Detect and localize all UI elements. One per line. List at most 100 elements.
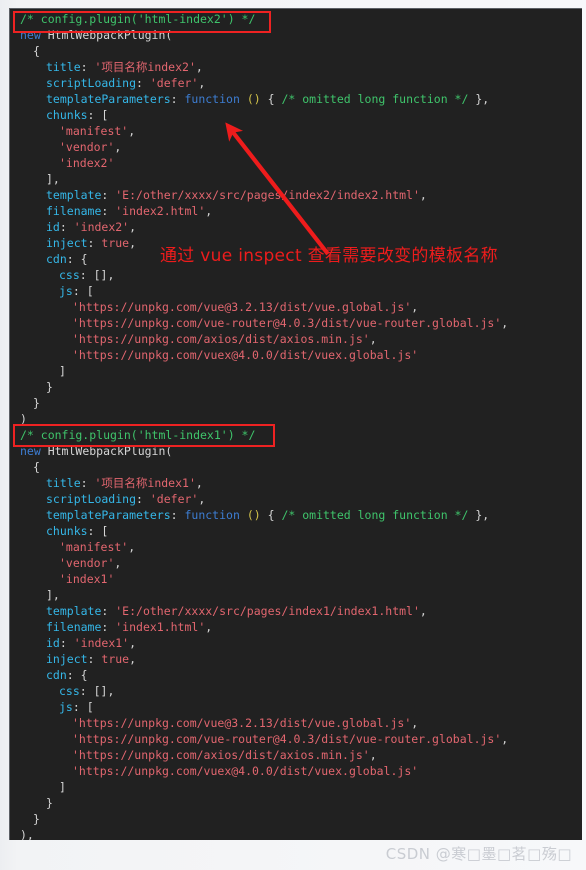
code-token: , (411, 300, 419, 314)
code-token: , (419, 604, 427, 618)
code-token: 'https://unpkg.com/vue-router@4.0.3/dist… (72, 732, 502, 746)
code-token: template (46, 604, 102, 618)
code-line: 'index1' (10, 571, 582, 587)
code-line: } (10, 795, 582, 811)
code-token: scriptLoading (46, 492, 137, 506)
code-token: : (101, 188, 116, 202)
code-token: } (46, 796, 53, 810)
code-token: 'index2' (73, 220, 130, 234)
code-token: 'https://unpkg.com/vue@3.2.13/dist/vue.g… (72, 300, 412, 314)
code-line: template: 'E:/other/xxxx/src/pages/index… (10, 187, 582, 203)
code-token: 'index1' (59, 572, 115, 586)
code-token: js (59, 284, 73, 298)
code-line: id: 'index2', (10, 219, 582, 235)
code-line: js: [ (10, 283, 582, 299)
code-token: /* omitted long function */ (281, 92, 469, 106)
code-token: filename (46, 204, 102, 218)
code-token: 'vendor' (59, 140, 115, 154)
code-token: ] (59, 364, 66, 378)
code-token: title (46, 476, 81, 490)
code-line: ], (10, 587, 582, 603)
code-token: function (184, 92, 240, 106)
code-token: , (419, 188, 427, 202)
code-line: ] (10, 363, 582, 379)
code-line: inject: true, (10, 651, 582, 667)
code-token: /* config.plugin('html-index1') */ (20, 428, 256, 442)
code-line: new HtmlWebpackPlugin( (10, 443, 582, 459)
code-token: : [ (87, 524, 109, 538)
code-token: 'manifest' (59, 124, 129, 138)
code-token: , (369, 748, 377, 762)
code-token: 'manifest' (59, 540, 129, 554)
code-token: , (129, 236, 137, 250)
code-token: 'https://unpkg.com/vuex@4.0.0/dist/vuex.… (72, 764, 419, 778)
code-line: template: 'E:/other/xxxx/src/pages/index… (10, 603, 582, 619)
csdn-watermark: CSDN @寒□墨□茗□殇□ (385, 845, 572, 863)
code-token: cdn (46, 252, 67, 266)
code-token: 'index2.html' (115, 204, 206, 218)
code-line: /* config.plugin('html-index1') */ (10, 427, 582, 443)
code-token: cdn (46, 668, 67, 682)
code-line: 'https://unpkg.com/vue@3.2.13/dist/vue.g… (10, 299, 582, 315)
code-token: 'defer' (149, 76, 199, 90)
code-token: { (260, 92, 282, 106)
code-line: filename: 'index1.html', (10, 619, 582, 635)
code-token: id (46, 636, 60, 650)
code-token: HtmlWebpackPlugin( (40, 444, 173, 458)
code-token: : [ (72, 284, 94, 298)
code-line: 'vendor', (10, 139, 582, 155)
code-line: chunks: [ (10, 107, 582, 123)
code-line: inject: true, (10, 235, 582, 251)
code-token: : (59, 636, 74, 650)
code-token: new (20, 444, 41, 458)
code-token: ], (46, 172, 60, 186)
code-token: , (195, 60, 203, 74)
code-line: filename: 'index2.html', (10, 203, 582, 219)
code-token: : (80, 60, 95, 74)
code-line: ], (10, 171, 582, 187)
code-line: 'https://unpkg.com/axios/dist/axios.min.… (10, 747, 582, 763)
code-token: , (129, 220, 137, 234)
code-token: : (170, 508, 185, 522)
code-token: ] (59, 780, 66, 794)
code-line: } (10, 379, 582, 395)
code-token: 'index1' (73, 636, 130, 650)
code-line: chunks: [ (10, 523, 582, 539)
code-token: , (198, 492, 206, 506)
code-token: , (198, 76, 206, 90)
code-token: { (33, 460, 40, 474)
code-token: js (59, 700, 73, 714)
code-token: 'defer' (149, 492, 199, 506)
code-token: : (87, 652, 102, 666)
code-token: ), (20, 828, 34, 840)
page-surface: /* config.plugin('html-index2') */ new Ht… (0, 0, 586, 870)
code-token: 'E:/other/xxxx/src/pages/index1/index1.h… (115, 604, 420, 618)
code-token: }, (468, 92, 490, 106)
code-line: css: [], (10, 683, 582, 699)
code-token: '项目名称index1' (94, 476, 196, 490)
code-token: , (501, 732, 509, 746)
code-token: ], (46, 588, 60, 602)
code-token: chunks (46, 524, 88, 538)
code-line: cdn: { (10, 667, 582, 683)
code-token: , (114, 556, 122, 570)
code-token: inject (46, 236, 88, 250)
code-token: : [], (79, 268, 115, 282)
code-token: new (20, 28, 41, 42)
code-token: HtmlWebpackPlugin( (40, 28, 173, 42)
code-token: { (260, 508, 282, 522)
code-line: templateParameters: function () { /* omi… (10, 507, 582, 523)
code-lines-container: /* config.plugin('html-index2') */ new Ht… (10, 11, 582, 840)
code-line: { (10, 459, 582, 475)
code-token: { (33, 44, 40, 58)
code-line: ) (10, 411, 582, 427)
code-token: /* config.plugin('html-index2') */ (20, 12, 256, 26)
code-token: 'https://unpkg.com/vue-router@4.0.3/dist… (72, 316, 502, 330)
code-line: 'https://unpkg.com/vue@3.2.13/dist/vue.g… (10, 715, 582, 731)
code-token: ) (20, 412, 27, 426)
code-line: templateParameters: function () { /* omi… (10, 91, 582, 107)
code-line: css: [], (10, 267, 582, 283)
code-line: 'https://unpkg.com/vue-router@4.0.3/dist… (10, 731, 582, 747)
